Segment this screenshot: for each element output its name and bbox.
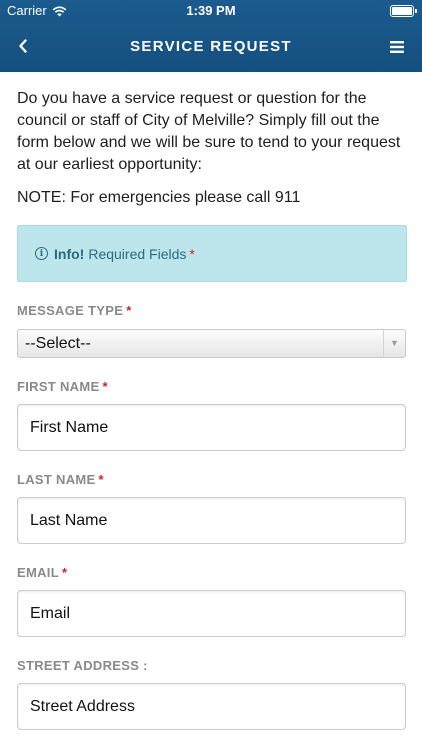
message-type-group: MESSAGE TYPE * --Select-- ▼ — [17, 303, 407, 358]
required-asterisk: * — [126, 303, 132, 318]
emergency-note: NOTE: For emergencies please call 911 — [17, 189, 301, 206]
first-name-group: FIRST NAME * First Name — [17, 379, 407, 451]
first-name-label-text: FIRST NAME — [17, 379, 100, 394]
last-name-field[interactable]: Last Name — [17, 497, 406, 544]
last-name-group: LAST NAME * Last Name — [17, 472, 407, 544]
first-name-field[interactable]: First Name — [17, 404, 406, 451]
email-group: EMAIL * Email — [17, 565, 407, 637]
email-field[interactable]: Email — [17, 590, 406, 637]
info-alert: i Info! Required Fields * — [17, 225, 407, 282]
message-type-label-text: MESSAGE TYPE — [17, 303, 124, 318]
message-type-selected: --Select-- — [25, 335, 91, 352]
form-content: Do you have a service request or questio… — [17, 88, 407, 730]
status-bar: Carrier 1:39 PM — [0, 0, 422, 22]
info-circle-icon: i — [35, 247, 48, 260]
last-name-label: LAST NAME * — [17, 472, 407, 487]
street-address-label: STREET ADDRESS : — [17, 658, 148, 673]
email-label-text: EMAIL — [17, 565, 59, 580]
message-type-label: MESSAGE TYPE * — [17, 303, 407, 318]
menu-button[interactable] — [382, 32, 412, 62]
email-label: EMAIL * — [17, 565, 407, 580]
street-address-field[interactable]: Street Address — [17, 683, 406, 730]
last-name-label-text: LAST NAME — [17, 472, 96, 487]
required-asterisk: * — [61, 565, 68, 580]
required-asterisk: * — [102, 379, 108, 394]
hamburger-menu-icon — [390, 41, 404, 53]
required-asterisk: * — [189, 245, 195, 262]
message-type-select[interactable]: --Select-- ▼ — [17, 329, 406, 358]
intro-text: Do you have a service request or questio… — [17, 90, 401, 173]
info-title: Info! — [54, 245, 85, 262]
page-title: SERVICE REQUEST — [130, 38, 292, 55]
first-name-label: FIRST NAME * — [17, 379, 407, 394]
app-header: Carrier 1:39 PM SERVICE REQUEST — [0, 0, 422, 72]
chevron-down-icon: ▼ — [383, 330, 405, 357]
status-time: 1:39 PM — [186, 3, 236, 18]
nav-bar: SERVICE REQUEST — [0, 22, 422, 72]
street-address-group: STREET ADDRESS : Street Address — [17, 658, 407, 730]
info-text: Required Fields — [88, 245, 187, 262]
battery-icon — [390, 5, 417, 17]
required-asterisk: * — [98, 472, 104, 487]
